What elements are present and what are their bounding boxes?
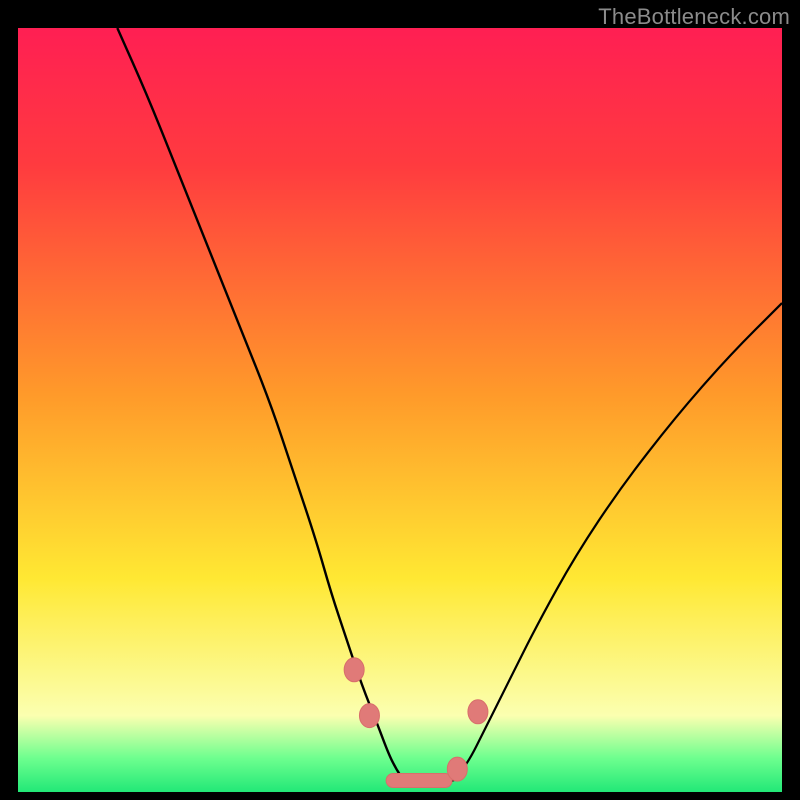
pt-flat-track	[386, 774, 452, 788]
bottleneck-chart	[18, 28, 782, 792]
watermark-text: TheBottleneck.com	[598, 4, 790, 30]
gradient-background	[18, 28, 782, 792]
pt-left-upper	[344, 658, 364, 682]
pt-right-lower	[447, 757, 467, 781]
chart-frame	[18, 28, 782, 792]
pt-right-upper	[468, 700, 488, 724]
pt-left-lower	[359, 704, 379, 728]
